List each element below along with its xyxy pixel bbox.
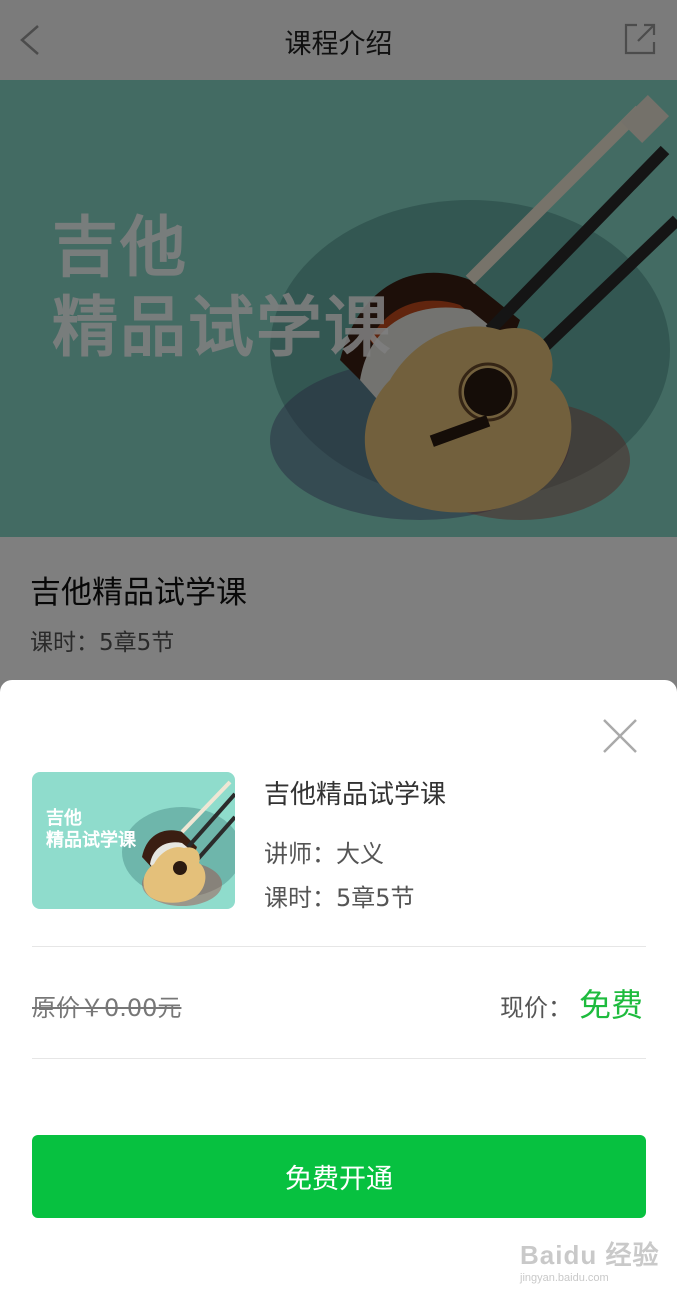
thumbnail-line-1: 吉他 (46, 808, 82, 829)
divider (32, 1058, 646, 1059)
purchase-sheet: 吉他 精品试学课 吉他精品试学课 讲师：大义 课时：5章5节 原价￥0.00元 … (0, 680, 677, 1309)
lessons-label: 课时：5章5节 (264, 884, 415, 912)
thumbnail-line-2: 精品试学课 (46, 830, 136, 851)
watermark-url: jingyan.baidu.com (520, 1272, 609, 1284)
current-price-value: 免费 (579, 986, 644, 1024)
sheet-course-title: 吉他精品试学课 (264, 780, 447, 810)
teacher-label: 讲师：大义 (264, 840, 384, 868)
thumbnail-heading: 吉他 精品试学课 (46, 808, 136, 852)
watermark-brand: Baidu 经验 (520, 1240, 660, 1270)
current-price-label: 现价： (500, 994, 572, 1022)
original-price: 原价￥0.00元 (32, 994, 182, 1022)
close-icon[interactable] (598, 714, 642, 758)
course-thumbnail: 吉他 精品试学课 (32, 772, 235, 909)
free-open-button[interactable]: 免费开通 (32, 1135, 646, 1218)
divider (32, 946, 646, 947)
baidu-watermark: Baidu 经验 jingyan.baidu.com (520, 1235, 659, 1284)
